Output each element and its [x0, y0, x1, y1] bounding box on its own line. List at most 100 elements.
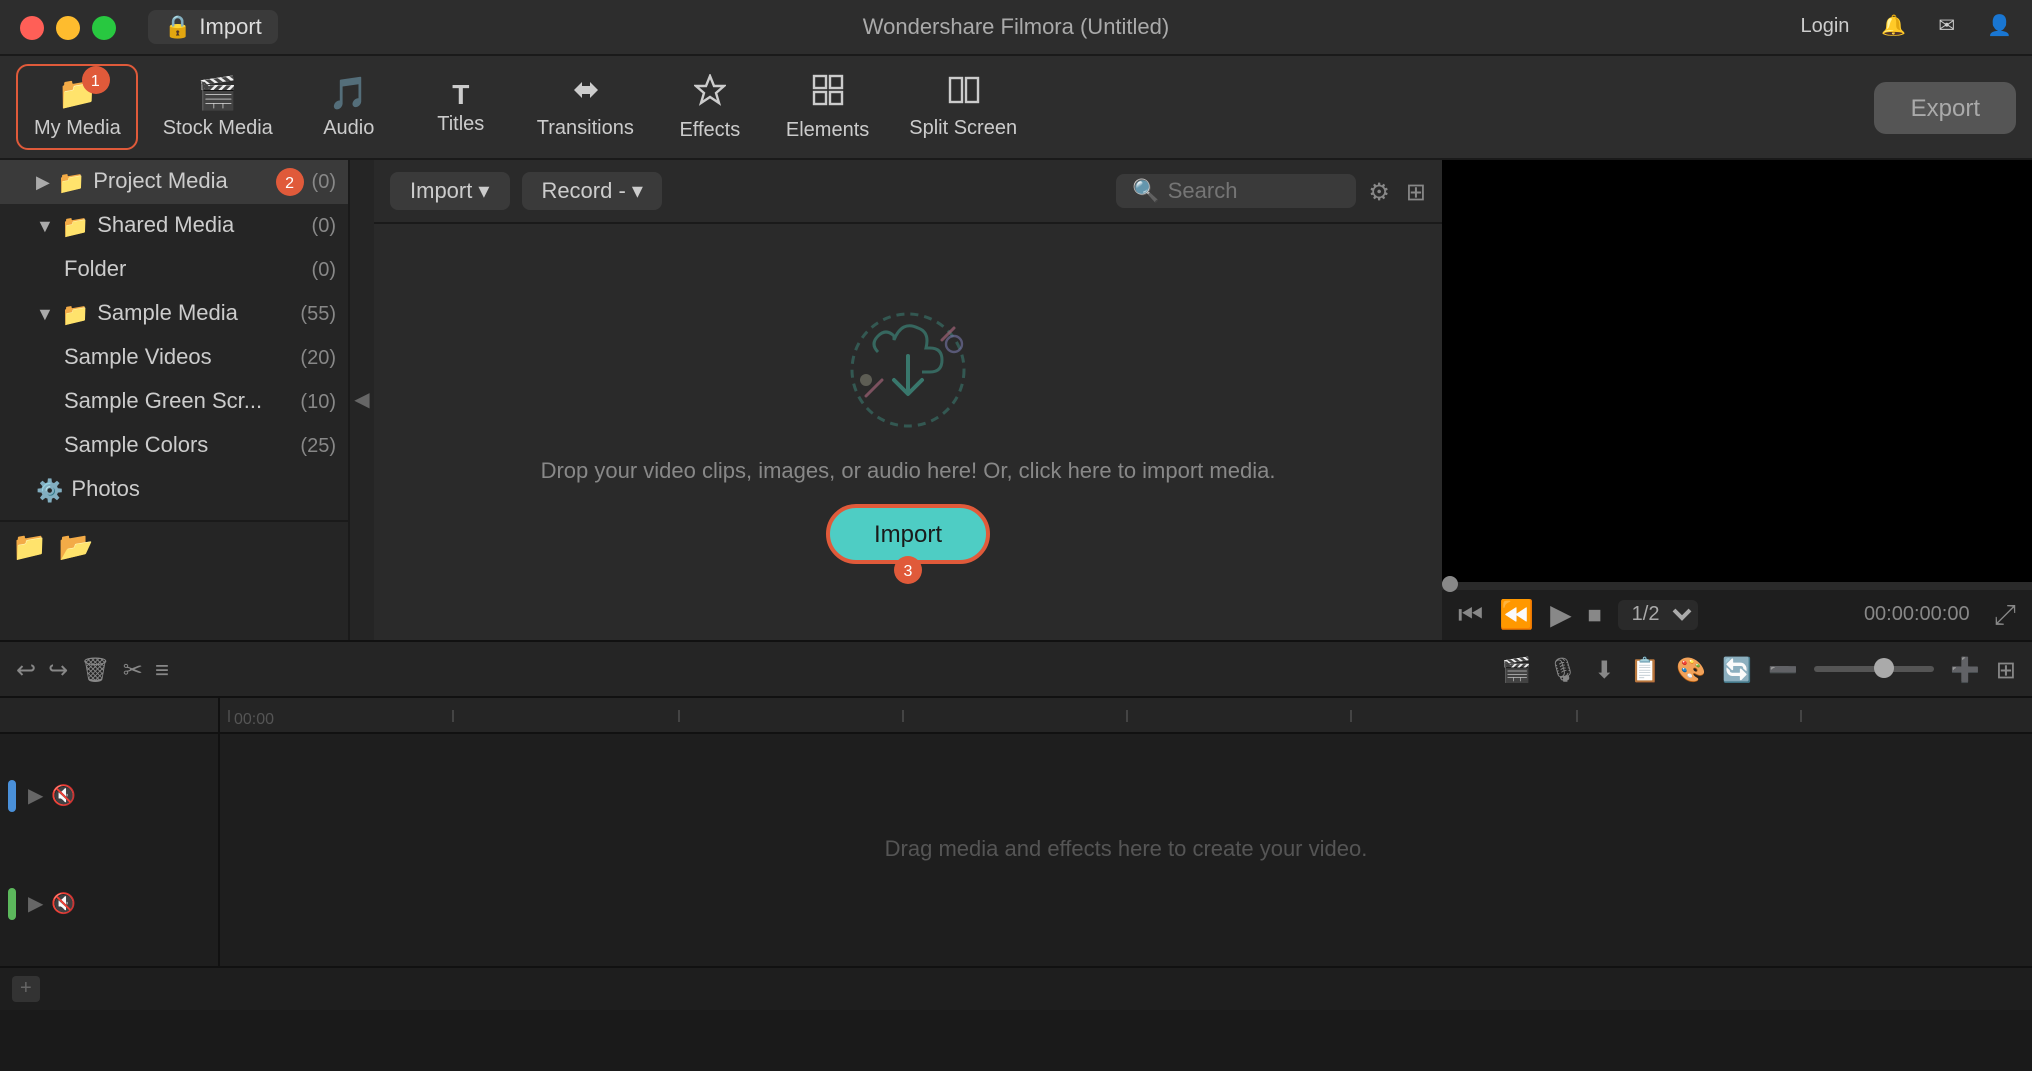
record-dropdown-button[interactable]: Record - ▾	[521, 172, 662, 210]
shared-media-label: Shared Media	[97, 214, 303, 238]
zoom-slider[interactable]	[1814, 666, 1934, 672]
timeline-add-track-row: +	[0, 966, 2032, 1010]
timeline-toolbar: ↩ ↪ 🗑 ✂ ≡ 🎬 🎙 ⬇ 📋 🎨 🔄 ➖ ➕ ⊞	[0, 642, 2032, 698]
add-folder-button[interactable]: 📁	[12, 530, 47, 564]
search-input[interactable]	[1168, 179, 1328, 203]
toolbar-effects[interactable]: Effects	[658, 65, 762, 149]
maximize-button[interactable]	[92, 15, 116, 39]
minimize-button[interactable]	[56, 15, 80, 39]
filter-icon[interactable]: ⚙	[1368, 177, 1390, 205]
toolbar-transitions[interactable]: Transitions	[521, 67, 650, 147]
notifications-icon[interactable]: 🔔	[1881, 16, 1906, 38]
user-icon[interactable]: 👤	[1987, 16, 2012, 38]
toolbar-split-screen[interactable]: Split Screen	[893, 67, 1033, 147]
toolbar-my-media[interactable]: 📁 1 My Media	[16, 64, 139, 150]
timeline-ruler: 00:00	[0, 698, 2032, 734]
timeline-tracks-area[interactable]: Drag media and effects here to create yo…	[220, 734, 2032, 966]
sidebar-item-shared-media[interactable]: ▼ 📁 Shared Media (0)	[0, 204, 348, 248]
toolbar-audio[interactable]: 🎵 Audio	[297, 66, 401, 148]
tl-label-col-header	[0, 698, 220, 732]
stock-media-icon: 🎬	[198, 74, 238, 114]
audio-track-play-icon[interactable]: ▶	[28, 893, 43, 915]
stock-media-label: Stock Media	[163, 118, 273, 140]
preview-fullscreen-icon[interactable]: ⤢	[1994, 598, 2016, 632]
project-media-count: (0)	[312, 171, 336, 193]
timeline: ↩ ↪ 🗑 ✂ ≡ 🎬 🎙 ⬇ 📋 🎨 🔄 ➖ ➕ ⊞ 00:00	[0, 640, 2032, 1010]
sidebar-item-project-media[interactable]: ▶ 📁 Project Media 2 (0)	[0, 160, 348, 204]
tl-layout-icon[interactable]: ⊞	[1996, 655, 2016, 683]
preview-prev-frame[interactable]: ⏪	[1499, 598, 1534, 632]
traffic-lights	[20, 15, 116, 39]
audio-track-mute-icon[interactable]: 🔇	[51, 893, 76, 915]
tl-loop-icon[interactable]: 🔄	[1722, 655, 1752, 683]
tl-download-icon[interactable]: ⬇	[1594, 655, 1614, 683]
import-tab[interactable]: 🔒 Import	[148, 10, 278, 44]
timeline-track-controls: ▶ 🔇 ▶ 🔇	[0, 734, 220, 966]
search-icon: 🔍	[1132, 178, 1159, 204]
tl-camera-icon[interactable]: 🎬	[1502, 655, 1532, 683]
effects-icon	[694, 73, 726, 115]
audio-track-color	[8, 888, 16, 920]
preview-panel: ⏮ ⏪ ▶ ⏹ 1/2 1/1 2x 00:00:00:00 ⤢	[1442, 160, 2032, 640]
preview-play[interactable]: ▶	[1550, 598, 1572, 632]
speed-selector[interactable]: 1/2 1/1 2x	[1618, 600, 1698, 630]
undo-button[interactable]: ↩	[16, 655, 36, 683]
sidebar-item-sample-videos[interactable]: Sample Videos (20)	[0, 336, 348, 380]
photos-label: Photos	[71, 478, 336, 502]
photos-icon: ⚙️	[36, 477, 63, 503]
my-media-label: My Media	[34, 118, 121, 140]
ruler-mark-3	[902, 709, 1127, 721]
tl-mic-icon[interactable]: 🎙	[1548, 655, 1578, 683]
preview-progress-bar[interactable]	[1442, 582, 2032, 590]
folder-icon: 📁	[58, 169, 85, 195]
titles-label: Titles	[437, 114, 484, 136]
sidebar-item-photos[interactable]: ⚙️ Photos	[0, 468, 348, 512]
audio-label: Audio	[323, 118, 374, 140]
ruler-mark-2	[677, 709, 902, 721]
drop-zone-icon	[838, 300, 978, 440]
preview-skip-back[interactable]: ⏮	[1458, 598, 1483, 632]
add-track-button[interactable]: +	[12, 976, 40, 1002]
ruler-mark-6	[1575, 709, 1800, 721]
toolbar-elements[interactable]: Elements	[770, 65, 885, 149]
sidebar-item-sample-media[interactable]: ▼ 📁 Sample Media (55)	[0, 292, 348, 336]
video-track-mute-icon[interactable]: 🔇	[51, 785, 76, 807]
timeline-body: ▶ 🔇 ▶ 🔇 Drag media and effects here to c…	[0, 734, 2032, 966]
sidebar-item-folder[interactable]: Folder (0)	[0, 248, 348, 292]
sidebar-collapse-handle[interactable]: ◀	[350, 160, 374, 640]
video-track-play-icon[interactable]: ▶	[28, 785, 43, 807]
media-toolbar: Import ▾ Record - ▾ 🔍 ⚙ ⊞	[374, 160, 1442, 224]
sample-media-folder-icon: 📁	[62, 301, 89, 327]
video-track-color	[8, 780, 16, 812]
toolbar-stock-media[interactable]: 🎬 Stock Media	[147, 66, 289, 148]
import-dropdown-button[interactable]: Import ▾	[390, 172, 509, 210]
transitions-label: Transitions	[537, 117, 634, 139]
tl-clipboard-icon[interactable]: 📋	[1630, 655, 1660, 683]
export-button[interactable]: Export	[1875, 81, 2016, 133]
ruler-mark-4	[1126, 709, 1351, 721]
close-button[interactable]	[20, 15, 44, 39]
import-center-button[interactable]: Import	[826, 504, 990, 564]
delete-button[interactable]: 🗑	[80, 655, 110, 683]
sidebar-item-sample-colors[interactable]: Sample Colors (25)	[0, 424, 348, 468]
sample-colors-label: Sample Colors	[64, 434, 292, 458]
shared-media-count: (0)	[312, 215, 336, 237]
sidebar-item-sample-green-scr[interactable]: Sample Green Scr... (10)	[0, 380, 348, 424]
login-button[interactable]: Login	[1800, 16, 1849, 38]
tl-zoom-out-icon[interactable]: ➖	[1768, 655, 1798, 683]
folder-count: (0)	[312, 259, 336, 281]
more-button[interactable]: ≡	[155, 655, 169, 683]
grid-view-icon[interactable]: ⊞	[1406, 177, 1426, 205]
toolbar-titles[interactable]: T Titles	[409, 70, 513, 144]
drag-message: Drag media and effects here to create yo…	[885, 838, 1368, 862]
my-media-badge: 1	[81, 66, 109, 94]
new-folder-button[interactable]: 📂	[59, 530, 94, 564]
preview-progress-dot	[1442, 576, 1458, 592]
preview-stop[interactable]: ⏹	[1588, 598, 1602, 632]
cut-button[interactable]: ✂	[123, 655, 143, 683]
sample-colors-count: (25)	[300, 435, 336, 457]
tl-color-icon[interactable]: 🎨	[1676, 655, 1706, 683]
tl-zoom-in-icon[interactable]: ➕	[1950, 655, 1980, 683]
redo-button[interactable]: ↪	[48, 655, 68, 683]
mail-icon[interactable]: ✉	[1938, 16, 1955, 38]
